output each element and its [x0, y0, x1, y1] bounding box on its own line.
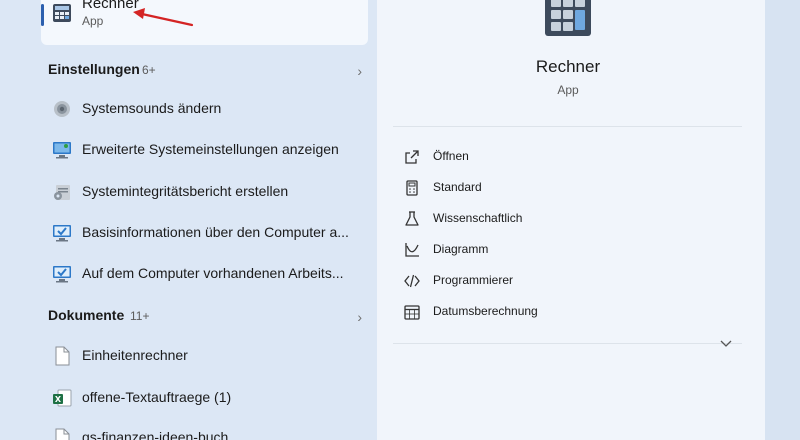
graph-icon [405, 243, 419, 257]
action-scientific[interactable]: Wissenschaftlich [393, 204, 742, 234]
excel-file-icon: X [53, 389, 72, 407]
list-item-label: Erweiterte Systemeinstellungen anzeigen [82, 141, 339, 157]
monitor-check-icon [53, 266, 71, 283]
action-programmer[interactable]: Programmierer [393, 266, 742, 296]
code-icon [404, 274, 420, 288]
list-item-label: Einheitenrechner [82, 347, 188, 363]
list-item-label: offene-Textauftraege (1) [82, 389, 232, 405]
list-item-label: Basisinformationen über den Computer a..… [82, 224, 349, 240]
list-item[interactable]: Systemintegritätsbericht erstellen [41, 172, 368, 212]
chevron-right-icon[interactable]: › [357, 309, 362, 325]
search-results-window: Rechner App Einstellungen 6+ › Systemsou… [0, 0, 800, 440]
calculator-icon [406, 180, 418, 196]
list-item[interactable]: Einheitenrechner [41, 336, 368, 376]
settings-section-header[interactable]: Einstellungen 6+ › [41, 55, 368, 85]
flask-icon [405, 211, 419, 226]
divider [393, 126, 742, 127]
divider [393, 343, 742, 344]
open-external-icon [405, 150, 419, 164]
best-match-item[interactable]: Rechner App [41, 0, 368, 45]
action-date-calculation[interactable]: Datumsberechnung [393, 297, 742, 327]
details-app-name: Rechner [535, 57, 601, 76]
list-item[interactable]: Basisinformationen über den Computer a..… [41, 213, 368, 253]
calendar-icon [404, 305, 420, 320]
list-item[interactable]: gs-finanzen-ideen-buch [41, 418, 368, 440]
settings-section-label: Einstellungen [48, 61, 140, 77]
list-item-label: Systemintegritätsbericht erstellen [82, 183, 289, 199]
results-list-panel: Rechner App Einstellungen 6+ › Systemsou… [0, 0, 377, 440]
details-panel: Rechner App Öffnen Standard Wissenschaft… [377, 0, 765, 440]
list-item-label: gs-finanzen-ideen-buch [82, 429, 229, 440]
calculator-app-icon [53, 4, 71, 22]
best-match-subtitle: App [82, 14, 104, 28]
documents-section-header[interactable]: Dokumente 11+ › [41, 301, 368, 331]
monitor-check-icon [53, 225, 71, 242]
list-item[interactable]: X offene-Textauftraege (1) [41, 378, 368, 418]
settings-section-count: 6+ [142, 63, 156, 77]
chevron-right-icon[interactable]: › [357, 63, 362, 79]
list-item[interactable]: Auf dem Computer vorhandenen Arbeits... [41, 254, 368, 294]
speaker-icon [54, 101, 70, 117]
action-label: Standard [433, 180, 482, 194]
action-open[interactable]: Öffnen [393, 142, 742, 172]
details-app-type: App [557, 83, 579, 97]
action-graphing[interactable]: Diagramm [393, 235, 742, 265]
selection-indicator [41, 4, 44, 26]
action-label: Programmierer [433, 273, 514, 287]
window-background-edge [765, 0, 800, 440]
list-item-label: Auf dem Computer vorhandenen Arbeits... [82, 265, 344, 281]
svg-text:X: X [55, 395, 62, 404]
list-item-label: Systemsounds ändern [82, 100, 222, 116]
calculator-app-icon [545, 0, 591, 36]
action-label: Diagramm [433, 242, 489, 256]
chevron-down-icon[interactable] [718, 335, 734, 351]
gear-report-icon [54, 185, 70, 200]
monitor-settings-icon [53, 142, 71, 159]
list-item[interactable]: Systemsounds ändern [41, 89, 368, 129]
documents-section-label: Dokumente [48, 307, 125, 323]
action-label: Öffnen [433, 149, 469, 163]
action-label: Datumsberechnung [433, 304, 538, 318]
documents-section-count: 11+ [130, 309, 150, 323]
action-standard[interactable]: Standard [393, 173, 742, 203]
annotation-arrow-icon [133, 8, 194, 27]
action-label: Wissenschaftlich [433, 211, 523, 225]
document-icon [55, 346, 70, 366]
list-item[interactable]: Erweiterte Systemeinstellungen anzeigen [41, 130, 368, 170]
document-icon [55, 428, 70, 440]
